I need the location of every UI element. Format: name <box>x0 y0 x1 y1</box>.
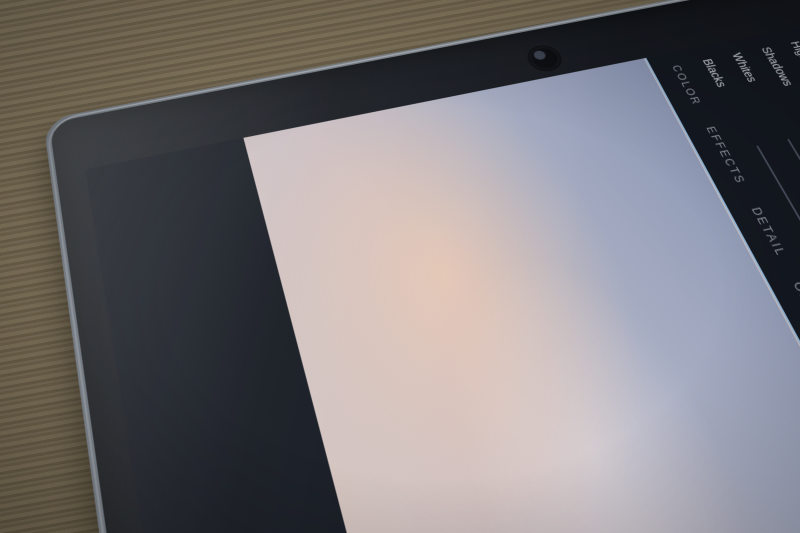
photo-editor-app: ••• AUTO ▸ EDITS LIGHT ▾ Exposur <box>85 0 800 533</box>
tablet-screen: ••• AUTO ▸ EDITS LIGHT ▾ Exposur <box>85 0 800 533</box>
panel-tab-detail[interactable]: DETAIL <box>749 206 790 258</box>
front-camera <box>523 43 567 74</box>
tablet-device: ••• AUTO ▸ EDITS LIGHT ▾ Exposur <box>43 0 800 533</box>
panel-tab-color[interactable]: COLOR <box>669 64 704 107</box>
tabletop-scene: ••• AUTO ▸ EDITS LIGHT ▾ Exposur <box>0 0 800 533</box>
